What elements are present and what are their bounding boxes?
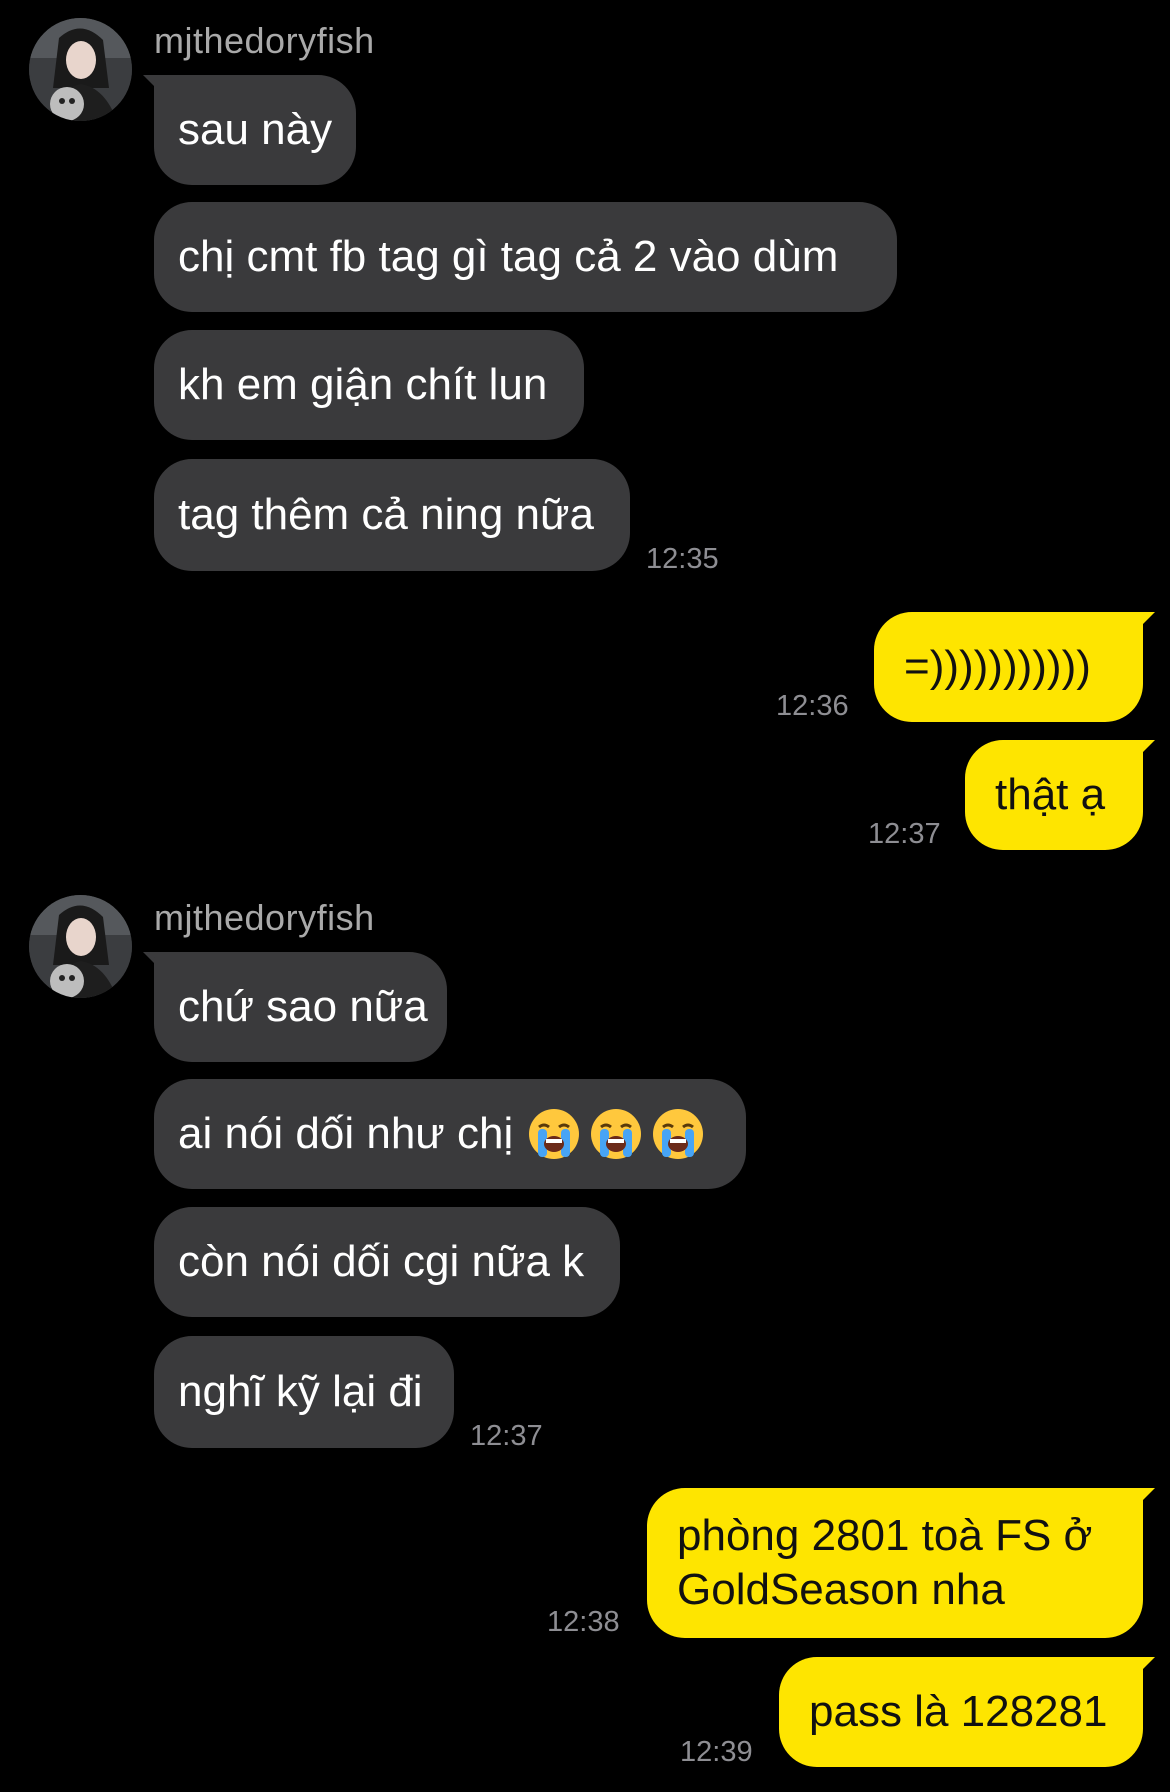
bubble-tail bbox=[1131, 612, 1155, 636]
loudly-crying-face-icon bbox=[651, 1107, 705, 1161]
message-bubble[interactable]: thật ạ bbox=[965, 740, 1143, 850]
bubble-tail bbox=[1131, 1488, 1155, 1512]
message-bubble[interactable]: chị cmt fb tag gì tag cả 2 vào dùm bbox=[154, 202, 897, 312]
bubble-tail bbox=[1131, 740, 1155, 764]
timestamp: 12:37 bbox=[868, 818, 941, 850]
message-bubble[interactable]: =))))))))))) bbox=[874, 612, 1143, 722]
message-bubble[interactable]: pass là 128281 bbox=[779, 1657, 1143, 1767]
message-bubble[interactable]: còn nói dối cgi nữa k bbox=[154, 1207, 620, 1317]
timestamp: 12:36 bbox=[776, 690, 849, 722]
message-bubble[interactable]: kh em giận chít lun bbox=[154, 330, 584, 440]
loudly-crying-face-icon bbox=[589, 1107, 643, 1161]
message-bubble[interactable]: sau này bbox=[154, 75, 356, 185]
message-bubble[interactable]: phòng 2801 toà FS ở GoldSeason nha bbox=[647, 1488, 1143, 1638]
message-bubble[interactable]: nghĩ kỹ lại đi bbox=[154, 1336, 454, 1448]
avatar[interactable] bbox=[29, 18, 132, 121]
message-bubble[interactable]: tag thêm cả ning nữa bbox=[154, 459, 630, 571]
timestamp: 12:35 bbox=[646, 543, 719, 575]
message-bubble[interactable]: ai nói dối như chị bbox=[154, 1079, 746, 1189]
avatar[interactable] bbox=[29, 895, 132, 998]
timestamp: 12:38 bbox=[547, 1606, 620, 1638]
loudly-crying-face-icon bbox=[527, 1107, 581, 1161]
bubble-tail bbox=[1131, 1657, 1155, 1681]
sender-name: mjthedoryfish bbox=[154, 897, 375, 938]
timestamp: 12:39 bbox=[680, 1736, 753, 1768]
sender-name: mjthedoryfish bbox=[154, 20, 375, 61]
message-text: ai nói dối như chị bbox=[178, 1109, 514, 1158]
timestamp: 12:37 bbox=[470, 1420, 543, 1452]
message-bubble[interactable]: chứ sao nữa bbox=[154, 952, 447, 1062]
